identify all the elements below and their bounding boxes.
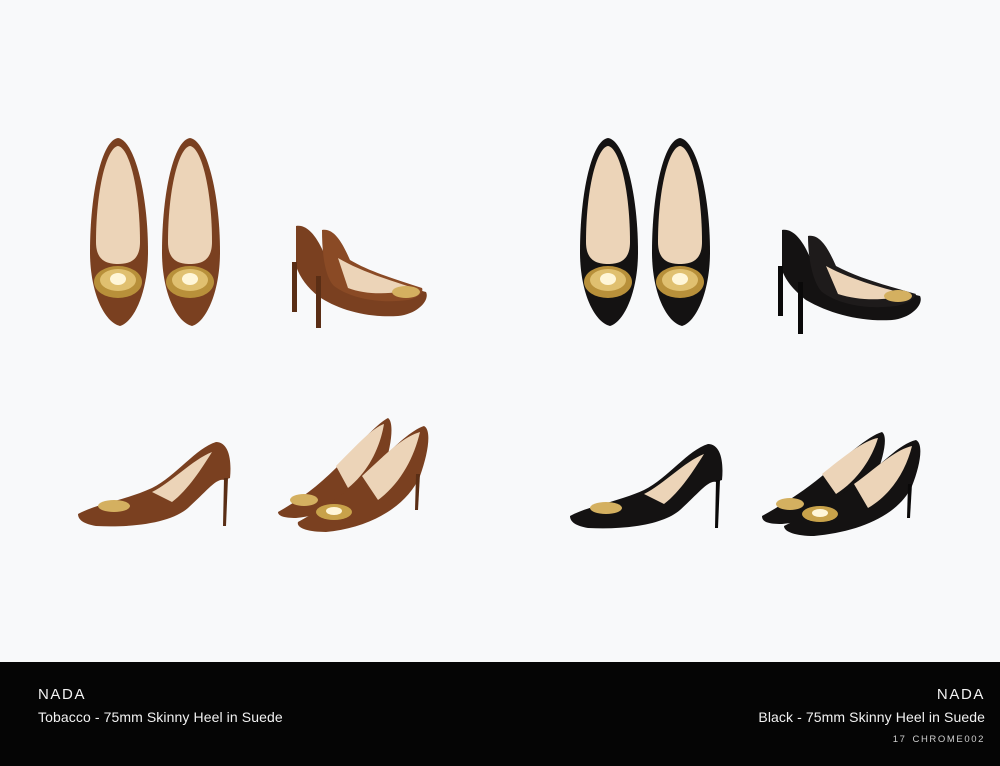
tobacco-product-caption: NADA Tobacco - 75mm Skinny Heel in Suede (38, 686, 283, 725)
tobacco-shoe-front-view-photo (278, 418, 429, 532)
page-number: 17 (892, 734, 907, 745)
black-shoe-side-view-photo (570, 444, 723, 529)
tobacco-shoe-side-view-photo (78, 442, 231, 527)
page-reference: 17 CHROME002 (758, 734, 985, 745)
product-model-name: NADA (38, 686, 87, 703)
tobacco-shoe-top-view-photo (90, 138, 220, 326)
page-code: CHROME002 (912, 734, 985, 745)
product-model-name: NADA (936, 686, 985, 703)
black-shoe-top-view-photo (580, 138, 710, 326)
black-shoe-front-view-photo (762, 432, 921, 536)
product-caption-bar: NADA Tobacco - 75mm Skinny Heel in Suede… (0, 662, 1000, 766)
tobacco-shoe-back-view-photo (292, 225, 427, 328)
black-shoe-back-view-photo (778, 229, 921, 334)
black-product-caption: NADA Black - 75mm Skinny Heel in Suede 1… (758, 686, 985, 745)
product-description: Black - 75mm Skinny Heel in Suede (758, 709, 985, 725)
product-photo-area (0, 0, 1000, 662)
product-description: Tobacco - 75mm Skinny Heel in Suede (38, 709, 283, 725)
